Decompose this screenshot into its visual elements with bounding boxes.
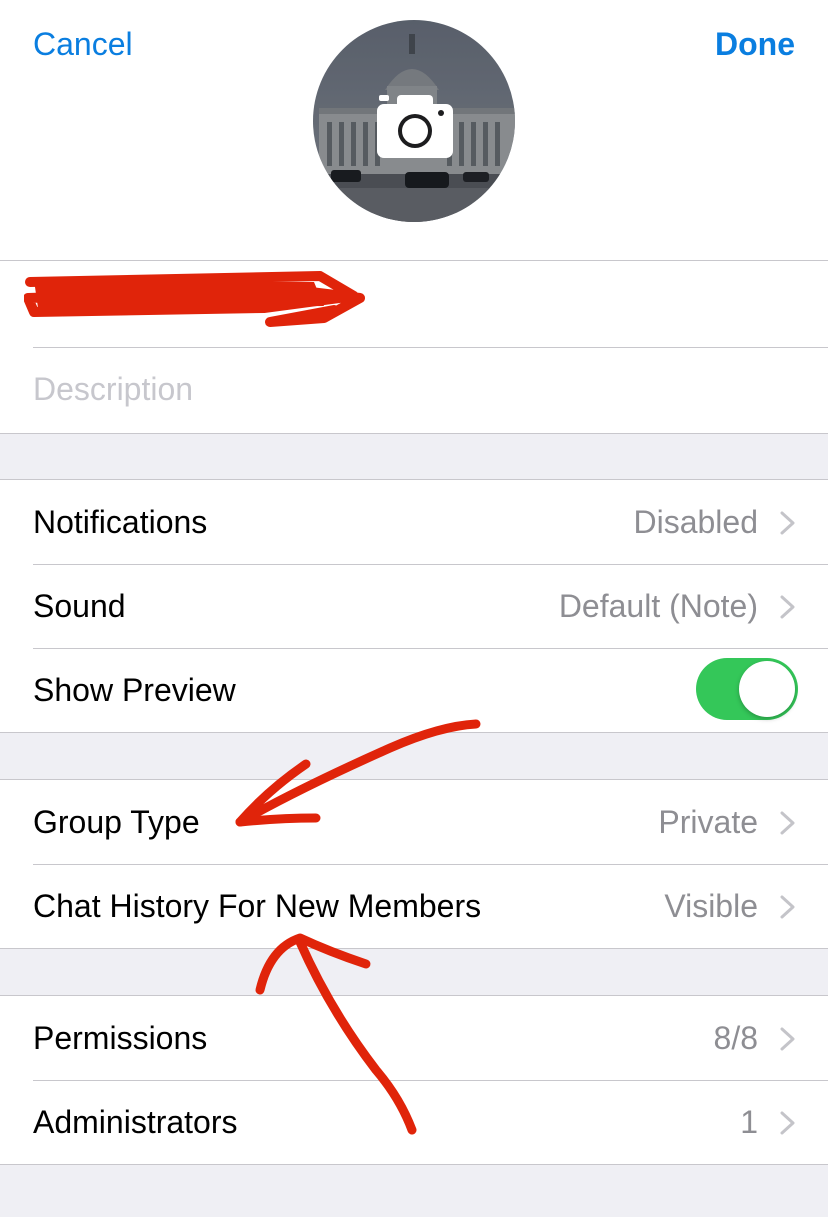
toggle-knob xyxy=(739,661,795,717)
chat-history-label: Chat History For New Members xyxy=(33,888,482,924)
header: Cancel Done xyxy=(0,0,828,262)
sound-row[interactable]: Sound Default (Note) xyxy=(0,564,828,648)
notifications-row[interactable]: Notifications Disabled xyxy=(0,480,828,564)
group-info-section: Description xyxy=(0,260,828,434)
chevron-right-icon xyxy=(780,895,795,919)
group-type-value: Private xyxy=(658,804,758,840)
chat-history-row[interactable]: Chat History For New Members Visible xyxy=(0,864,828,948)
administrators-label: Administrators xyxy=(33,1104,238,1140)
notifications-value: Disabled xyxy=(633,504,758,540)
camera-icon xyxy=(377,95,453,158)
administrators-row[interactable]: Administrators 1 xyxy=(0,1080,828,1164)
group-name-field[interactable] xyxy=(0,261,828,347)
group-settings-section: Group Type Private Chat History For New … xyxy=(0,779,828,949)
sound-value: Default (Note) xyxy=(558,588,758,624)
description-field[interactable]: Description xyxy=(0,347,828,433)
show-preview-row: Show Preview xyxy=(0,648,828,732)
description-placeholder: Description xyxy=(33,371,194,407)
chevron-right-icon xyxy=(780,811,795,835)
admin-section: Permissions 8/8 Administrators 1 xyxy=(0,995,828,1165)
edit-group-screen: Cancel Done Description Notifications Di… xyxy=(0,0,828,1217)
notifications-section: Notifications Disabled Sound Default (No… xyxy=(0,479,828,733)
administrators-value: 1 xyxy=(740,1104,758,1140)
done-button[interactable]: Done xyxy=(715,24,795,64)
sound-label: Sound xyxy=(33,588,126,624)
permissions-label: Permissions xyxy=(33,1020,208,1056)
notifications-label: Notifications xyxy=(33,504,208,540)
chevron-right-icon xyxy=(780,511,795,535)
chevron-right-icon xyxy=(780,595,795,619)
permissions-row[interactable]: Permissions 8/8 xyxy=(0,996,828,1080)
chevron-right-icon xyxy=(780,1111,795,1135)
chevron-right-icon xyxy=(780,1027,795,1051)
show-preview-label: Show Preview xyxy=(33,672,236,708)
group-avatar[interactable] xyxy=(313,20,515,222)
permissions-value: 8/8 xyxy=(713,1020,758,1056)
group-type-label: Group Type xyxy=(33,804,200,840)
group-photo xyxy=(313,20,515,222)
chat-history-value: Visible xyxy=(664,888,758,924)
show-preview-toggle[interactable] xyxy=(696,658,798,720)
group-type-row[interactable]: Group Type Private xyxy=(0,780,828,864)
cancel-button[interactable]: Cancel xyxy=(33,24,133,64)
